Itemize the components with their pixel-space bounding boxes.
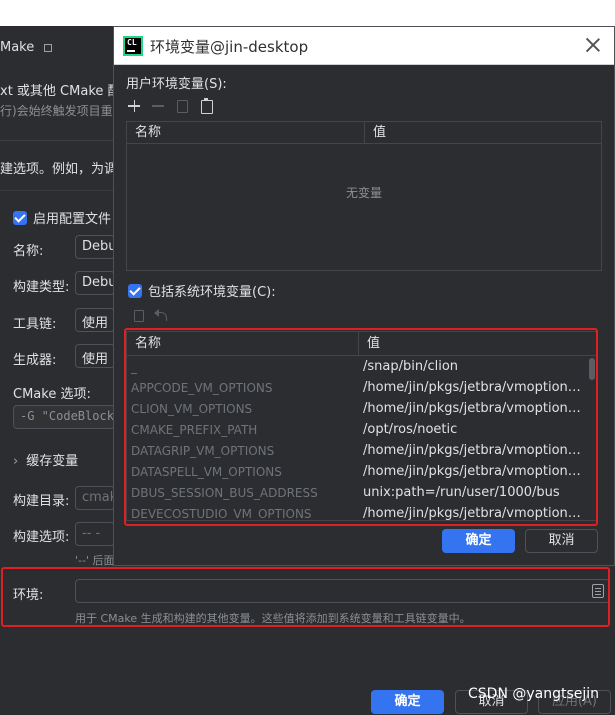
enable-profile-label: 启用配置文件 xyxy=(33,212,112,227)
name-label: 名称: xyxy=(13,244,44,259)
dialog-title: 环境变量@jin-desktop xyxy=(150,38,309,56)
cmake-options-label: CMake 选项: xyxy=(13,387,91,402)
cmake-options-field[interactable]: -G "CodeBlock xyxy=(13,405,115,429)
build-type-label: 构建类型: xyxy=(13,280,70,295)
section-title-text: Make xyxy=(0,40,35,55)
settings-section-title: Make xyxy=(0,40,53,55)
include-system-env-label: 包括系统环境变量(C): xyxy=(148,285,276,300)
build-type-select[interactable]: Debu xyxy=(75,271,115,295)
add-icon[interactable] xyxy=(126,97,144,115)
clion-logo-icon: CL xyxy=(123,36,143,56)
name-field[interactable]: Debu xyxy=(75,235,115,259)
generator-label: 生成器: xyxy=(13,353,57,368)
close-icon[interactable] xyxy=(584,36,602,54)
dialog-titlebar: CL 环境变量@jin-desktop xyxy=(114,27,614,65)
build-directory-field[interactable]: cmake xyxy=(75,486,115,510)
background-window-top xyxy=(0,0,615,26)
empty-table-message: 无变量 xyxy=(345,186,382,200)
user-table-header-value[interactable]: 值 xyxy=(365,122,601,144)
section-icon xyxy=(44,43,53,52)
highlight-box-environment xyxy=(1,567,610,627)
description-subtext: 行)会始终触发项目重新 xyxy=(0,104,125,118)
paste-icon[interactable] xyxy=(198,97,216,115)
highlight-box-system-vars xyxy=(124,328,598,526)
cache-variables-toggle[interactable]: › 缓存变量 xyxy=(13,450,78,469)
user-env-table[interactable]: 名称 值 无变量 xyxy=(126,121,602,271)
description-text: xt 或其他 CMake 配 xyxy=(0,84,121,99)
build-options-hint: '--' 后面 xyxy=(75,554,115,567)
toolchain-label: 工具链: xyxy=(13,317,57,332)
copy-icon[interactable] xyxy=(132,309,146,323)
build-options-description: 建选项。例如，为调 xyxy=(0,162,118,177)
remove-icon[interactable] xyxy=(150,97,168,115)
build-options-field[interactable]: -- - xyxy=(75,522,115,546)
checkbox-checked-icon xyxy=(128,284,142,298)
user-table-header-name[interactable]: 名称 xyxy=(127,122,365,144)
user-env-label: 用户环境变量(S): xyxy=(126,77,227,92)
copy-icon[interactable] xyxy=(174,97,192,115)
enable-profile-checkbox[interactable]: 启用配置文件 xyxy=(13,208,111,227)
generator-select[interactable]: 使用 xyxy=(75,344,115,368)
watermark: CSDN @yangtsejin xyxy=(468,686,600,702)
divider xyxy=(0,140,113,141)
cache-variables-label: 缓存变量 xyxy=(26,454,79,469)
build-options-label: 构建选项: xyxy=(13,530,70,545)
dialog-cancel-button[interactable]: 取消 xyxy=(525,529,598,553)
build-directory-label: 构建目录: xyxy=(13,494,70,509)
settings-ok-button[interactable]: 确定 xyxy=(371,690,444,714)
checkbox-checked-icon xyxy=(13,211,27,225)
undo-icon[interactable] xyxy=(154,309,168,323)
include-system-env-checkbox[interactable]: 包括系统环境变量(C): xyxy=(128,281,276,300)
toolchain-select[interactable]: 使用 xyxy=(75,308,115,332)
dialog-ok-button[interactable]: 确定 xyxy=(442,529,515,553)
chevron-right-icon: › xyxy=(13,454,19,469)
